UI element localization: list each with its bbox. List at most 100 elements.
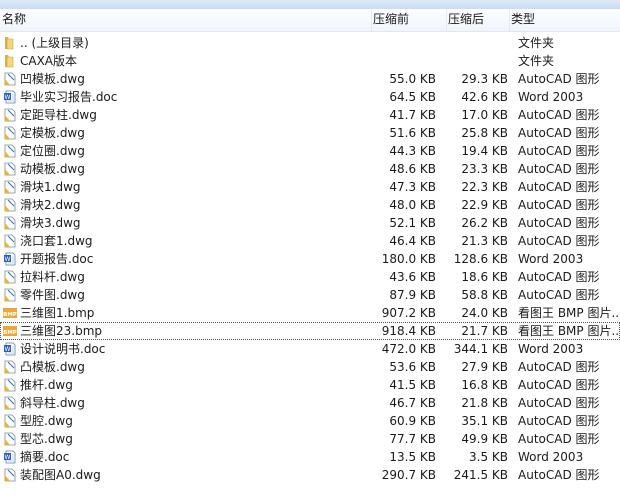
dwg-file-icon: [3, 162, 17, 176]
file-row[interactable]: CAXA版本 文件夹: [0, 52, 620, 70]
size-after: 344.1 KB: [453, 342, 508, 356]
dwg-file-icon: [3, 432, 17, 446]
file-row[interactable]: 定距导柱.dwg 41.7 KB 17.0 KB AutoCAD 图形: [0, 106, 620, 124]
file-type: 看图王 BMP 图片...: [518, 306, 620, 320]
file-name: 凹模板.dwg: [20, 72, 85, 86]
file-row[interactable]: 凹模板.dwg 55.0 KB 29.3 KB AutoCAD 图形: [0, 70, 620, 88]
size-after: 27.9 KB: [461, 360, 508, 374]
file-name: 动模板.dwg: [20, 162, 85, 176]
file-type: AutoCAD 图形: [518, 216, 600, 230]
file-type: AutoCAD 图形: [518, 288, 600, 302]
size-before: 44.3 KB: [389, 144, 436, 158]
size-after: 22.9 KB: [461, 198, 508, 212]
file-row[interactable]: 拉料杆.dwg 43.6 KB 18.6 KB AutoCAD 图形: [0, 268, 620, 286]
file-type: 文件夹: [518, 36, 555, 50]
file-name: 零件图.dwg: [20, 288, 85, 302]
file-row[interactable]: 滑块2.dwg 48.0 KB 22.9 KB AutoCAD 图形: [0, 196, 620, 214]
dwg-file-icon: [3, 378, 17, 392]
file-name: CAXA版本: [20, 54, 78, 68]
size-before: 290.7 KB: [381, 468, 436, 482]
file-row[interactable]: 型芯.dwg 77.7 KB 49.9 KB AutoCAD 图形: [0, 430, 620, 448]
file-type: AutoCAD 图形: [518, 270, 600, 284]
column-size-before[interactable]: 压缩前: [371, 9, 447, 31]
size-after: 128.6 KB: [453, 252, 508, 266]
file-row[interactable]: 凸模板.dwg 53.6 KB 27.9 KB AutoCAD 图形: [0, 358, 620, 376]
dwg-file-icon: [3, 414, 17, 428]
svg-text:W: W: [5, 346, 11, 353]
size-before: 41.7 KB: [389, 108, 436, 122]
size-after: 21.8 KB: [461, 396, 508, 410]
svg-text:W: W: [5, 256, 11, 263]
file-row[interactable]: BMP 三维图23.bmp 918.4 KB 21.7 KB 看图王 BMP 图…: [0, 322, 620, 340]
file-row[interactable]: 动模板.dwg 48.6 KB 23.3 KB AutoCAD 图形: [0, 160, 620, 178]
size-before: 918.4 KB: [381, 324, 436, 338]
size-after: 35.1 KB: [461, 414, 508, 428]
size-before: 472.0 KB: [381, 342, 436, 356]
file-row[interactable]: 型腔.dwg 60.9 KB 35.1 KB AutoCAD 图形: [0, 412, 620, 430]
size-before: 64.5 KB: [389, 90, 436, 104]
folder-icon: [3, 36, 17, 50]
file-name: 摘要.doc: [20, 450, 70, 464]
size-before: 77.7 KB: [389, 432, 436, 446]
file-type: AutoCAD 图形: [518, 360, 600, 374]
file-type: Word 2003: [518, 450, 584, 464]
column-name[interactable]: 名称: [0, 9, 26, 31]
file-row[interactable]: 浇口套1.dwg 46.4 KB 21.3 KB AutoCAD 图形: [0, 232, 620, 250]
size-before: 60.9 KB: [389, 414, 436, 428]
svg-text:W: W: [5, 94, 11, 101]
file-row[interactable]: 定位圈.dwg 44.3 KB 19.4 KB AutoCAD 图形: [0, 142, 620, 160]
file-type: AutoCAD 图形: [518, 180, 600, 194]
dwg-file-icon: [3, 360, 17, 374]
size-after: 241.5 KB: [453, 468, 508, 482]
dwg-file-icon: [3, 270, 17, 284]
size-before: 180.0 KB: [381, 252, 436, 266]
file-row[interactable]: W 设计说明书.doc 472.0 KB 344.1 KB Word 2003: [0, 340, 620, 358]
file-row[interactable]: 推杆.dwg 41.5 KB 16.8 KB AutoCAD 图形: [0, 376, 620, 394]
doc-file-icon: W: [3, 90, 17, 104]
size-after: 24.0 KB: [461, 306, 508, 320]
file-type: AutoCAD 图形: [518, 234, 600, 248]
size-after: 58.8 KB: [461, 288, 508, 302]
doc-file-icon: W: [3, 450, 17, 464]
file-name: 滑块1.dwg: [20, 180, 81, 194]
file-name: 毕业实习报告.doc: [20, 90, 118, 104]
file-row[interactable]: 滑块1.dwg 47.3 KB 22.3 KB AutoCAD 图形: [0, 178, 620, 196]
size-before: 13.5 KB: [389, 450, 436, 464]
file-row[interactable]: 滑块3.dwg 52.1 KB 26.2 KB AutoCAD 图形: [0, 214, 620, 232]
size-after: 18.6 KB: [461, 270, 508, 284]
size-before: 51.6 KB: [389, 126, 436, 140]
dwg-file-icon: [3, 198, 17, 212]
column-header: 名称 压缩前 压缩后 类型: [0, 9, 620, 32]
file-row[interactable]: W 摘要.doc 13.5 KB 3.5 KB Word 2003: [0, 448, 620, 466]
dwg-file-icon: [3, 234, 17, 248]
doc-file-icon: W: [3, 252, 17, 266]
file-row[interactable]: BMP 三维图1.bmp 907.2 KB 24.0 KB 看图王 BMP 图片…: [0, 304, 620, 322]
file-row[interactable]: 定模板.dwg 51.6 KB 25.8 KB AutoCAD 图形: [0, 124, 620, 142]
size-before: 53.6 KB: [389, 360, 436, 374]
file-row[interactable]: 斜导柱.dwg 46.7 KB 21.8 KB AutoCAD 图形: [0, 394, 620, 412]
file-row[interactable]: 装配图A0.dwg 290.7 KB 241.5 KB AutoCAD 图形: [0, 466, 620, 484]
bmp-file-icon: BMP: [3, 324, 17, 338]
size-after: 25.8 KB: [461, 126, 508, 140]
column-size-after[interactable]: 压缩后: [446, 9, 508, 31]
dwg-file-icon: [3, 396, 17, 410]
file-name: 装配图A0.dwg: [20, 468, 101, 482]
doc-file-icon: W: [3, 342, 17, 356]
file-name: 定模板.dwg: [20, 126, 85, 140]
file-type: AutoCAD 图形: [518, 72, 600, 86]
file-row[interactable]: W 毕业实习报告.doc 64.5 KB 42.6 KB Word 2003: [0, 88, 620, 106]
dwg-file-icon: [3, 180, 17, 194]
column-type[interactable]: 类型: [509, 9, 620, 31]
file-row[interactable]: 零件图.dwg 87.9 KB 58.8 KB AutoCAD 图形: [0, 286, 620, 304]
svg-text:W: W: [5, 454, 11, 461]
file-type: AutoCAD 图形: [518, 108, 600, 122]
size-after: 17.0 KB: [461, 108, 508, 122]
file-name: 开题报告.doc: [20, 252, 94, 266]
size-before: 48.0 KB: [389, 198, 436, 212]
size-after: 49.9 KB: [461, 432, 508, 446]
file-row[interactable]: .. (上级目录) 文件夹: [0, 34, 620, 52]
file-name: 斜导柱.dwg: [20, 396, 85, 410]
size-after: 21.3 KB: [461, 234, 508, 248]
file-row[interactable]: W 开题报告.doc 180.0 KB 128.6 KB Word 2003: [0, 250, 620, 268]
file-type: 文件夹: [518, 54, 555, 68]
